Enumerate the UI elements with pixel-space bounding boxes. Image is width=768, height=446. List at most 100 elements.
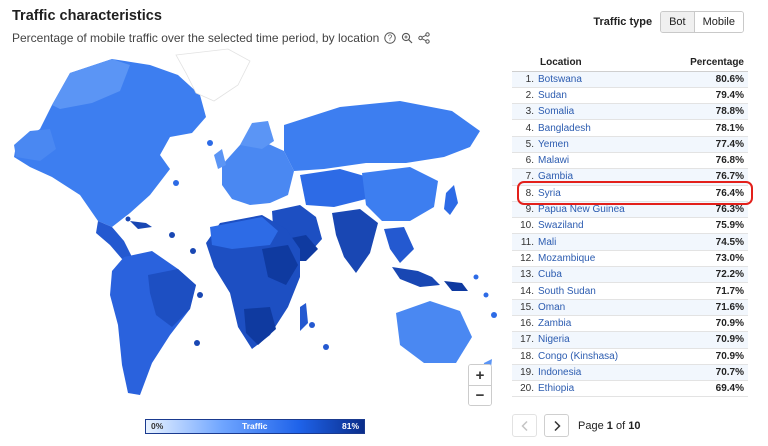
row-location-link[interactable]: Swaziland <box>538 217 664 235</box>
row-location-link[interactable]: Bangladesh <box>538 119 664 137</box>
row-rank: 1. <box>512 71 538 88</box>
pagination: Page 1 of 10 <box>512 414 640 437</box>
row-location-link[interactable]: Gambia <box>538 168 664 186</box>
percentage-column-header[interactable]: Percentage <box>663 55 748 72</box>
zoom-in-button[interactable]: + <box>469 365 491 385</box>
map-island-dot <box>169 232 175 238</box>
row-location-link[interactable]: Papua New Guinea <box>538 201 664 219</box>
world-map[interactable] <box>0 45 500 410</box>
map-region-south-asia <box>332 209 378 273</box>
zoom-out-button[interactable]: − <box>469 385 491 405</box>
row-location-link[interactable]: Syria <box>538 185 664 202</box>
map-island-dot <box>197 292 203 298</box>
share-icon[interactable] <box>417 32 430 45</box>
table-row[interactable]: 9. Papua New Guinea 76.3% <box>512 201 748 219</box>
bot-toggle-button[interactable]: Bot <box>661 12 694 32</box>
zoom-search-icon[interactable] <box>400 32 413 45</box>
next-page-button[interactable] <box>544 414 569 437</box>
row-location-link[interactable]: Nigeria <box>538 331 664 349</box>
ranking-table: Location Percentage 1. Botswana 80.6% 2. Sud… <box>512 55 748 398</box>
row-rank: 11. <box>512 233 538 251</box>
total-pages: 10 <box>628 419 641 432</box>
table-row[interactable]: 2. Sudan 79.4% <box>512 87 748 105</box>
row-percentage: 70.9% <box>663 315 748 333</box>
table-row[interactable]: 12. Mozambique 73.0% <box>512 250 748 268</box>
legend-title: Traffic <box>242 421 268 431</box>
table-row[interactable]: 6. Malawi 76.8% <box>512 152 748 170</box>
row-location-link[interactable]: South Sudan <box>538 282 664 300</box>
row-percentage: 74.5% <box>663 233 748 251</box>
row-location-link[interactable]: Botswana <box>538 71 664 88</box>
row-percentage: 76.8% <box>663 152 748 170</box>
table-row[interactable]: 4. Bangladesh 78.1% <box>512 119 748 137</box>
table-row[interactable]: 8. Syria 76.4% <box>512 185 748 202</box>
row-location-link[interactable]: Malawi <box>538 152 664 170</box>
world-map-svg[interactable] <box>0 45 500 410</box>
page-prefix: Page <box>578 419 604 432</box>
row-location-link[interactable]: Somalia <box>538 103 664 121</box>
chevron-left-icon <box>520 420 528 431</box>
row-rank: 5. <box>512 136 538 153</box>
row-rank: 6. <box>512 152 538 170</box>
row-percentage: 76.4% <box>663 185 748 202</box>
row-location-link[interactable]: Mali <box>538 233 664 251</box>
row-rank: 2. <box>512 87 538 105</box>
traffic-type-control: Traffic type Bot Mobile <box>593 11 744 33</box>
table-row[interactable]: 20. Ethiopia 69.4% <box>512 380 748 398</box>
page-subtitle: Percentage of mobile traffic over the se… <box>12 31 430 45</box>
row-rank: 18. <box>512 348 538 365</box>
help-icon[interactable]: ? <box>383 32 396 45</box>
row-percentage: 76.7% <box>663 168 748 186</box>
row-percentage: 71.7% <box>663 282 748 300</box>
table-row[interactable]: 1. Botswana 80.6% <box>512 71 748 88</box>
current-page: 1 <box>606 419 613 432</box>
map-region-madagascar <box>300 303 308 331</box>
map-island-dot <box>309 322 315 328</box>
row-location-link[interactable]: Mozambique <box>538 250 664 268</box>
mobile-toggle-button[interactable]: Mobile <box>693 12 743 32</box>
traffic-type-label: Traffic type <box>593 16 653 28</box>
row-location-link[interactable]: Congo (Kinshasa) <box>538 348 664 365</box>
map-island-dot <box>125 216 131 222</box>
row-location-link[interactable]: Ethiopia <box>538 380 664 398</box>
row-location-link[interactable]: Zambia <box>538 315 664 333</box>
table-row[interactable]: 7. Gambia 76.7% <box>512 168 748 186</box>
row-rank: 8. <box>512 185 538 202</box>
table-row[interactable]: 14. South Sudan 71.7% <box>512 282 748 300</box>
map-island-dot <box>491 312 497 318</box>
row-percentage: 70.9% <box>663 331 748 349</box>
row-location-link[interactable]: Sudan <box>538 87 664 105</box>
table-row[interactable]: 18. Congo (Kinshasa) 70.9% <box>512 348 748 365</box>
page-title: Traffic characteristics <box>12 8 162 24</box>
map-island-dot <box>483 292 489 298</box>
row-rank: 17. <box>512 331 538 349</box>
table-row[interactable]: 3. Somalia 78.8% <box>512 103 748 121</box>
table-row[interactable]: 11. Mali 74.5% <box>512 233 748 251</box>
table-row[interactable]: 17. Nigeria 70.9% <box>512 331 748 349</box>
map-island-dot <box>173 180 179 186</box>
table-row[interactable]: 10. Swaziland 75.9% <box>512 217 748 235</box>
map-island-dot <box>190 248 196 254</box>
row-location-link[interactable]: Oman <box>538 299 664 316</box>
subtitle-text: Percentage of mobile traffic over the se… <box>12 31 380 45</box>
map-region-central-america <box>96 221 132 259</box>
row-percentage: 80.6% <box>663 71 748 88</box>
table-row[interactable]: 13. Cuba 72.2% <box>512 266 748 284</box>
map-region-papua-new-guinea <box>444 281 468 291</box>
table-row[interactable]: 16. Zambia 70.9% <box>512 315 748 333</box>
table-row[interactable]: 19. Indonesia 70.7% <box>512 364 748 382</box>
row-location-link[interactable]: Cuba <box>538 266 664 284</box>
row-location-link[interactable]: Indonesia <box>538 364 664 382</box>
page-separator: of <box>615 419 626 432</box>
row-location-link[interactable]: Yemen <box>538 136 664 153</box>
location-column-header[interactable]: Location <box>512 55 664 72</box>
table-row[interactable]: 15. Oman 71.6% <box>512 299 748 316</box>
header: Traffic characteristics Percentage of mo… <box>12 8 430 45</box>
map-island-dot <box>194 340 200 346</box>
chevron-right-icon <box>553 420 561 431</box>
row-percentage: 79.4% <box>663 87 748 105</box>
row-rank: 16. <box>512 315 538 333</box>
row-percentage: 70.7% <box>663 364 748 382</box>
previous-page-button[interactable] <box>512 414 537 437</box>
table-row[interactable]: 5. Yemen 77.4% <box>512 136 748 153</box>
